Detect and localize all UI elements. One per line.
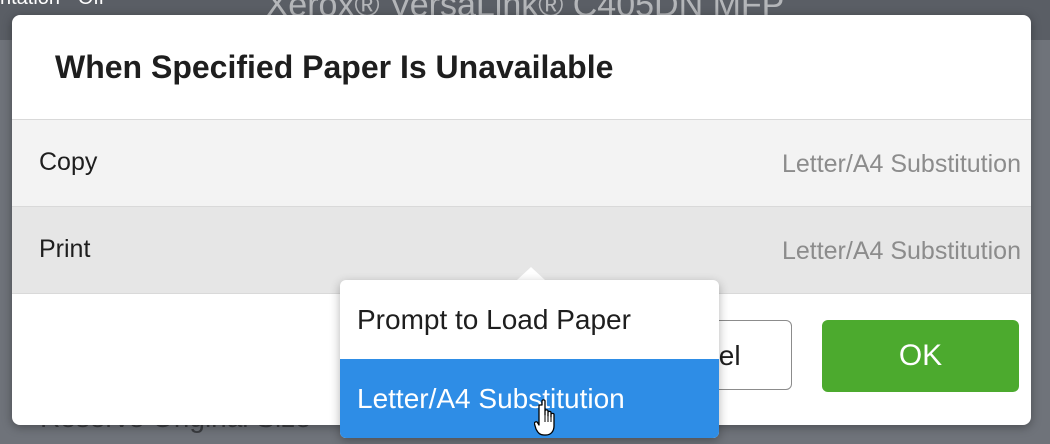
setting-row-label: Print	[39, 235, 91, 263]
dialog-title: When Specified Paper Is Unavailable	[55, 49, 614, 85]
setting-row-value: Letter/A4 Substitution	[781, 237, 1021, 265]
setting-row-value: Letter/A4 Substitution	[781, 150, 1021, 178]
option-letter-a4-substitution[interactable]: Letter/A4 Substitution	[340, 359, 719, 438]
option-prompt-to-load-paper[interactable]: Prompt to Load Paper	[340, 280, 719, 359]
popup-arrow	[517, 267, 545, 280]
ok-button[interactable]: OK	[822, 320, 1019, 392]
option-popup-menu: Prompt to Load Paper Letter/A4 Substitut…	[340, 280, 719, 438]
hand-pointer-icon	[534, 399, 555, 436]
setting-row-copy[interactable]: Copy Letter/A4 Substitution	[12, 119, 1031, 206]
setting-row-label: Copy	[39, 148, 98, 176]
